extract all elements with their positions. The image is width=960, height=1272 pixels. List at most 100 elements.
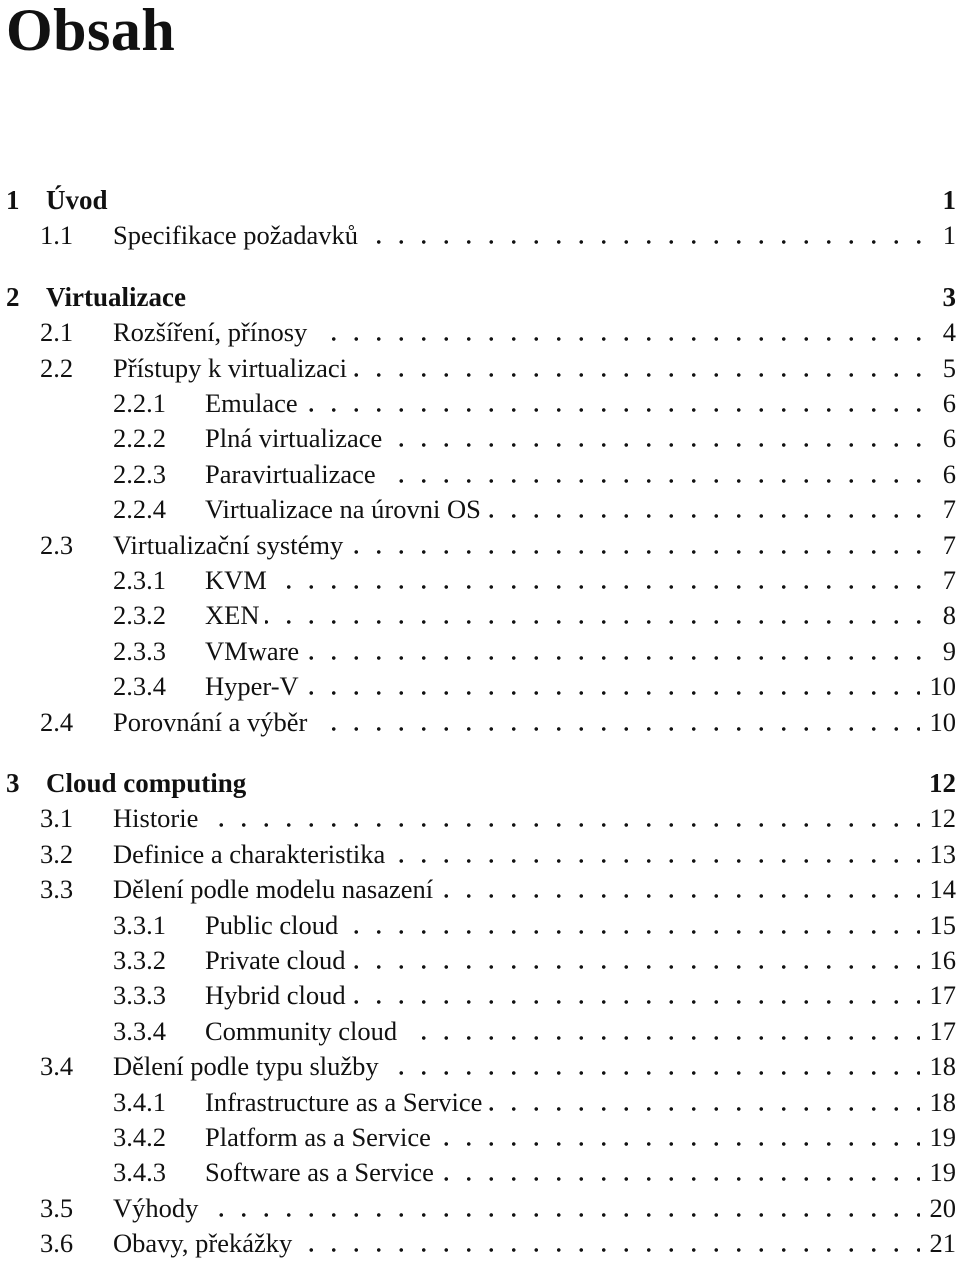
toc-entry-title[interactable]: XEN [205, 597, 266, 634]
toc-entry-number: 2.2.3 [113, 458, 166, 489]
toc-entry[interactable]: 3.3.1 Public cloud 15 [0, 906, 960, 943]
toc-entry-title[interactable]: Platform as a Service [205, 1119, 437, 1155]
toc-entry[interactable]: 3.4.3 Software as a Service 19 [0, 1154, 960, 1191]
toc-entry[interactable]: 2.3.3 VMware 9 [0, 632, 960, 669]
toc-page-number[interactable]: 20 [919, 1189, 956, 1226]
toc-entry[interactable]: 3.2 Definice a charakteristika 13 [0, 835, 960, 872]
toc-entry-title[interactable]: Infrastructure as a Service [205, 1083, 489, 1120]
toc-entry[interactable]: 3.4 Dělení podle typu služby 18 [0, 1048, 960, 1085]
toc-page-number[interactable]: 7 [932, 491, 956, 528]
toc-entry-title[interactable]: Dělení podle modelu nasazení [113, 871, 440, 908]
toc-page-number[interactable]: 18 [919, 1083, 956, 1120]
toc-entry-number: 2.3.2 [113, 600, 166, 631]
toc-entry[interactable]: 2.2.3 Paravirtualizace 6 [0, 455, 960, 492]
toc-entry[interactable]: 2.2.2 Plná virtualizace 6 [0, 420, 960, 457]
toc-entry-title[interactable]: VMware [205, 632, 306, 669]
toc-entry-title[interactable]: Hybrid cloud [205, 977, 352, 1014]
toc-page-number[interactable]: 4 [932, 314, 956, 351]
toc-page-number[interactable]: 15 [919, 906, 956, 943]
toc-entry-title[interactable]: Přístupy k virtualizaci [113, 349, 354, 386]
toc-entry[interactable]: 2.3.4 Hyper-V 10 [0, 668, 960, 705]
toc-page-number[interactable]: 5 [932, 349, 956, 386]
toc-entry-number: 1 [6, 185, 20, 215]
toc-entry-title[interactable]: KVM [205, 562, 273, 598]
toc-page-number[interactable]: 12 [919, 800, 956, 837]
toc-entry-title[interactable]: Software as a Service [205, 1154, 440, 1191]
toc-entry-title[interactable]: Výhody [113, 1189, 205, 1226]
toc-entry-title[interactable]: Dělení podle typu služby [113, 1048, 385, 1085]
toc-leader-dots [205, 385, 930, 421]
toc-entry-title[interactable]: Emulace [205, 385, 304, 421]
toc-entry-title[interactable]: Definice a charakteristika [113, 835, 392, 872]
toc-entry[interactable]: 2.1 Rozšíření, přínosy 4 [0, 314, 960, 351]
toc-entry-title[interactable]: Specifikace požadavků [113, 217, 365, 254]
toc-entry[interactable]: 1.1 Specifikace požadavků 1 [0, 217, 960, 254]
toc-entry-number: 2.3.4 [113, 671, 166, 702]
toc-entry-title[interactable]: Porovnání a výběr [113, 703, 314, 740]
toc-page-number[interactable]: 17 [919, 1012, 956, 1049]
toc-page-number[interactable]: 7 [932, 562, 956, 598]
toc-entry-title[interactable]: Plná virtualizace [205, 420, 389, 457]
toc-entry-title[interactable]: Public cloud [205, 906, 345, 943]
toc-entry[interactable]: 2.2.1 Emulace 6 [0, 385, 960, 421]
toc-entry[interactable]: 2.3.2 XEN 8 [0, 597, 960, 634]
toc-page-number[interactable]: 3 [932, 278, 956, 315]
toc-page-number[interactable]: 10 [919, 703, 956, 740]
toc-entry-number: 2.1 [40, 317, 74, 348]
toc-entry-title[interactable]: Cloud computing [46, 765, 253, 801]
toc-entry[interactable]: 3.6 Obavy, překážky 21 [0, 1225, 960, 1262]
toc-entry-number: 3.3.4 [113, 1015, 166, 1046]
toc-entry[interactable]: 2.4 Porovnání a výběr 10 [0, 703, 960, 740]
toc-entry-title[interactable]: Hyper-V [205, 668, 305, 705]
toc-entry-title[interactable]: Private cloud [205, 942, 352, 978]
toc-page-number[interactable]: 13 [919, 835, 956, 872]
toc-entry-title[interactable]: Virtualizace [46, 278, 192, 315]
toc-entry[interactable]: 2.2 Přístupy k virtualizaci 5 [0, 349, 960, 386]
toc-page-number[interactable]: 10 [919, 668, 956, 705]
toc-entry-number: 3.4 [40, 1051, 74, 1082]
toc-page-number[interactable]: 6 [932, 455, 956, 492]
toc-entry-title[interactable]: Community cloud [205, 1012, 404, 1049]
toc-entry-title[interactable]: Virtualizace na úrovni OS [205, 491, 487, 528]
toc-page-number[interactable]: 17 [919, 977, 956, 1014]
toc-page-number[interactable]: 7 [932, 526, 956, 563]
toc-entry-title[interactable]: Historie [113, 800, 205, 837]
toc-page-number[interactable]: 19 [919, 1154, 956, 1191]
toc-entry-number: 3.1 [40, 803, 74, 834]
toc-entry[interactable]: 3.3 Dělení podle modelu nasazení 14 [0, 871, 960, 908]
toc-entry[interactable]: 3.3.3 Hybrid cloud 17 [0, 977, 960, 1014]
toc-chapter[interactable]: 2 Virtualizace 3 [0, 278, 960, 315]
toc-entry[interactable]: 3.3.2 Private cloud 16 [0, 942, 960, 978]
toc-entry-title[interactable]: Úvod [46, 182, 114, 218]
toc-page-number[interactable]: 6 [932, 385, 956, 421]
toc-chapter[interactable]: 3 Cloud computing 12 [0, 765, 960, 801]
toc-entry-number: 2.2.4 [113, 494, 166, 525]
toc-entry[interactable]: 3.4.2 Platform as a Service 19 [0, 1119, 960, 1155]
toc-page-number[interactable]: 8 [932, 597, 956, 634]
toc-entry[interactable]: 2.2.4 Virtualizace na úrovni OS 7 [0, 491, 960, 528]
toc-entry[interactable]: 3.3.4 Community cloud 17 [0, 1012, 960, 1049]
toc-entry[interactable]: 2.3.1 KVM 7 [0, 562, 960, 598]
toc-page-number[interactable]: 16 [919, 942, 956, 978]
toc-page-number[interactable]: 21 [919, 1225, 956, 1262]
toc-page-number[interactable]: 9 [932, 632, 956, 669]
toc-entry-title[interactable]: Virtualizační systémy [113, 526, 350, 563]
toc-entry[interactable]: 3.1 Historie 12 [0, 800, 960, 837]
toc-page-number[interactable]: 6 [932, 420, 956, 457]
toc-chapter[interactable]: 1 Úvod 1 [0, 182, 960, 218]
toc-entry[interactable]: 3.4.1 Infrastructure as a Service 18 [0, 1083, 960, 1120]
toc-page-number[interactable]: 18 [919, 1048, 956, 1085]
toc-leader-dots [205, 668, 930, 705]
page-title: Obsah [6, 0, 176, 63]
toc-entry-title[interactable]: Rozšíření, přínosy [113, 314, 314, 351]
toc-page-number[interactable]: 12 [919, 765, 956, 801]
toc-page-number[interactable]: 14 [919, 871, 956, 908]
toc-page-number[interactable]: 1 [932, 182, 956, 218]
toc-entry-number: 3.6 [40, 1228, 74, 1259]
toc-page-number[interactable]: 19 [919, 1119, 956, 1155]
toc-entry[interactable]: 3.5 Výhody 20 [0, 1189, 960, 1226]
toc-entry-title[interactable]: Obavy, překážky [113, 1225, 299, 1262]
toc-entry-title[interactable]: Paravirtualizace [205, 455, 382, 492]
toc-entry[interactable]: 2.3 Virtualizační systémy 7 [0, 526, 960, 563]
toc-page-number[interactable]: 1 [932, 217, 956, 254]
